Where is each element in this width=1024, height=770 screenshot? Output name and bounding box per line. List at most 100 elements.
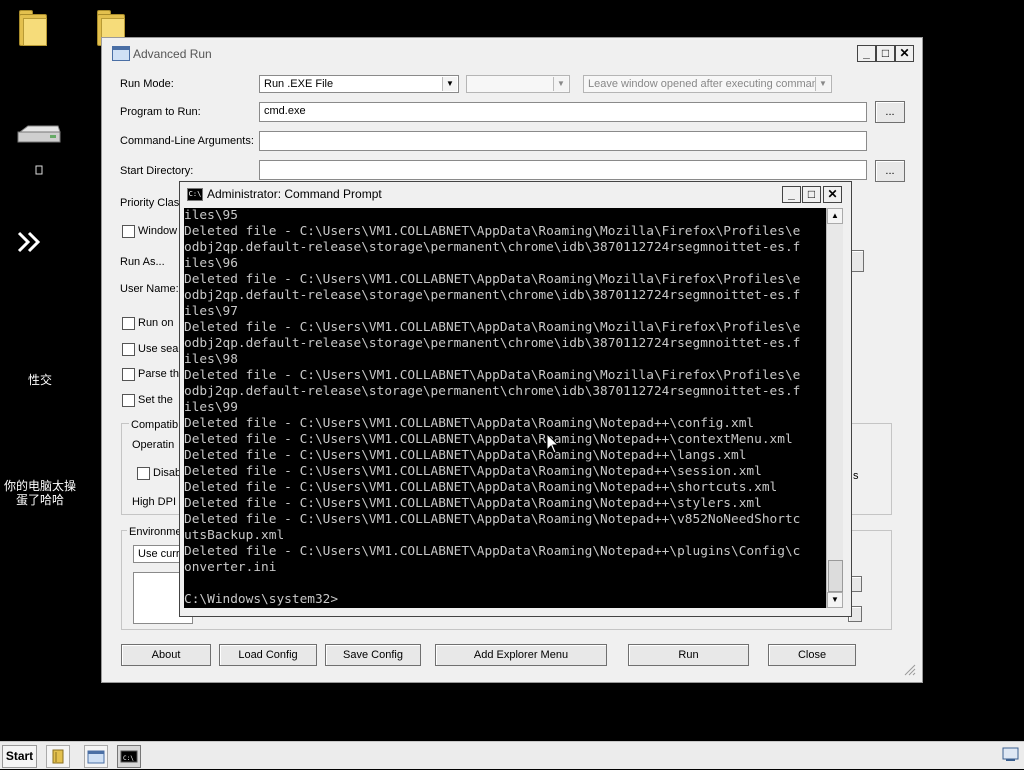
desktop-label-recycle[interactable]: 性交 — [20, 373, 60, 387]
console-line: Deleted file - C:\Users\VM1.COLLABNET\Ap… — [184, 368, 801, 383]
console-line: Deleted file - C:\Users\VM1.COLLABNET\Ap… — [184, 224, 801, 239]
console-line: iles\98 — [184, 352, 238, 367]
resize-grip-icon[interactable] — [902, 662, 916, 676]
start-dir-label: Start Directory: — [120, 165, 194, 177]
save-config-button[interactable]: Save Config — [325, 644, 421, 666]
console-line: utsBackup.xml — [184, 528, 285, 543]
console-line: Deleted file - C:\Users\VM1.COLLABNET\Ap… — [184, 512, 801, 527]
start-dir-input[interactable] — [259, 160, 867, 180]
double-chevron-icon[interactable] — [16, 230, 44, 254]
drive-icon[interactable] — [16, 124, 62, 146]
taskbar-cmd-icon[interactable]: C:\ — [117, 745, 141, 768]
program-input[interactable]: cmd.exe — [259, 102, 867, 122]
load-config-button[interactable]: Load Config — [219, 644, 317, 666]
minimize-button[interactable]: _ — [857, 45, 876, 62]
about-button[interactable]: About — [121, 644, 211, 666]
svg-text:C:\: C:\ — [123, 755, 134, 762]
run-as-label: Run As... — [120, 256, 165, 268]
environment-select-value: Use curr — [138, 548, 180, 560]
command-prompt-titlebar[interactable]: C:\ Administrator: Command Prompt _ □ ✕ — [180, 182, 851, 206]
tray-network-icon[interactable] — [1002, 747, 1020, 763]
run-button[interactable]: Run — [628, 644, 749, 666]
console-line: Deleted file - C:\Users\VM1.COLLABNET\Ap… — [184, 496, 762, 511]
console-line: Deleted file - C:\Users\VM1.COLLABNET\Ap… — [184, 320, 801, 335]
advanced-run-title: Advanced Run — [133, 47, 212, 61]
close-window-button[interactable]: ✕ — [895, 45, 914, 62]
desktop-label-network[interactable]: 你的电脑太操 蛋了哈哈 — [0, 479, 80, 507]
operating-label: Operatin — [132, 439, 175, 451]
taskbar-advanced-run-icon[interactable] — [84, 745, 108, 768]
mouse-cursor-icon — [546, 432, 560, 455]
set-the-checkbox[interactable] — [122, 394, 135, 407]
run-mode-select[interactable]: Run .EXE File ▼ — [259, 75, 459, 93]
advanced-run-app-icon — [112, 46, 130, 61]
taskbar-explorer-icon[interactable] — [46, 745, 70, 768]
scroll-thumb[interactable] — [828, 560, 843, 592]
user-name-label: User Name: — [120, 283, 179, 295]
console-line: Deleted file - C:\Users\VM1.COLLABNET\Ap… — [184, 432, 793, 447]
set-the-label: Set the — [138, 394, 173, 406]
console-line: Deleted file - C:\Users\VM1.COLLABNET\Ap… — [184, 416, 755, 431]
console-line: Deleted file - C:\Users\VM1.COLLABNET\Ap… — [184, 272, 801, 287]
console-line: Deleted file - C:\Users\VM1.COLLABNET\Ap… — [184, 448, 747, 463]
window-label: Window — [138, 225, 178, 237]
scroll-up-arrow-icon[interactable]: ▲ — [827, 208, 843, 224]
console-line: Deleted file - C:\Users\VM1.COLLABNET\Ap… — [184, 480, 778, 495]
console-line: iles\95 — [184, 208, 238, 223]
environment-label: Environme — [127, 526, 184, 538]
desktop-label-line1: 你的电脑太操 — [3, 479, 76, 493]
scroll-down-arrow-icon[interactable]: ▼ — [827, 592, 843, 608]
compatibility-label: Compatib — [129, 419, 181, 431]
priority-label: Priority Clas — [120, 197, 180, 209]
console-line: iles\96 — [184, 256, 238, 271]
use-search-checkbox[interactable] — [122, 343, 135, 356]
right-s-label: s — [853, 470, 859, 482]
cmd-close-button[interactable]: ✕ — [823, 186, 842, 203]
args-input[interactable] — [259, 131, 867, 151]
run-mode-value: Run .EXE File — [264, 78, 334, 90]
console-scrollbar[interactable]: ▲ ▼ — [826, 208, 843, 608]
advanced-run-titlebar[interactable]: Advanced Run _ □ ✕ — [102, 38, 922, 68]
cmd-maximize-button[interactable]: □ — [802, 186, 821, 203]
chevron-down-icon: ▼ — [553, 77, 568, 91]
close-button[interactable]: Close — [768, 644, 856, 666]
use-search-label: Use sea — [138, 343, 179, 355]
console-line: onverter.ini — [184, 560, 277, 575]
cmd-minimize-button[interactable]: _ — [782, 186, 801, 203]
console-line: odbj2qp.default-release\storage\permanen… — [184, 384, 801, 399]
console-line: Deleted file - C:\Users\VM1.COLLABNET\Ap… — [184, 464, 762, 479]
leave-window-select: Leave window opened after executing comm… — [583, 75, 832, 93]
command-prompt-window: C:\ Administrator: Command Prompt _ □ ✕ … — [179, 181, 852, 617]
taskbar: Start C:\ — [0, 741, 1024, 769]
parse-label: Parse th — [138, 368, 179, 380]
console-output[interactable]: iles\95 Deleted file - C:\Users\VM1.COLLA… — [184, 208, 826, 608]
right-edge-button[interactable] — [850, 250, 864, 272]
console-line: odbj2qp.default-release\storage\permanen… — [184, 288, 801, 303]
desktop-folder-icon[interactable] — [17, 8, 47, 46]
desktop-label-line2: 蛋了哈哈 — [15, 493, 64, 507]
console-line: C:\Windows\system32> — [184, 592, 339, 607]
high-dpi-label: High DPI — [132, 496, 177, 508]
run-mode-label: Run Mode: — [120, 78, 174, 90]
args-label: Command-Line Arguments: — [120, 135, 254, 147]
disable-checkbox[interactable] — [137, 467, 150, 480]
maximize-button[interactable]: □ — [876, 45, 895, 62]
console-line: odbj2qp.default-release\storage\permanen… — [184, 240, 801, 255]
window-checkbox[interactable] — [122, 225, 135, 238]
browse-dir-button[interactable]: ... — [875, 160, 905, 182]
run-on-label: Run on — [138, 317, 174, 329]
console-line: odbj2qp.default-release\storage\permanen… — [184, 336, 801, 351]
console-line: iles\97 — [184, 304, 238, 319]
chevron-down-icon: ▼ — [815, 77, 830, 91]
command-prompt-icon: C:\ — [187, 188, 203, 201]
small-drive-icon[interactable] — [34, 164, 44, 176]
start-button[interactable]: Start — [2, 745, 37, 768]
secondary-select: ▼ — [466, 75, 570, 93]
chevron-down-icon[interactable]: ▼ — [442, 77, 457, 91]
add-explorer-menu-button[interactable]: Add Explorer Menu — [435, 644, 607, 666]
command-prompt-title: Administrator: Command Prompt — [207, 187, 382, 201]
browse-program-button[interactable]: ... — [875, 101, 905, 123]
run-on-checkbox[interactable] — [122, 317, 135, 330]
parse-checkbox[interactable] — [122, 368, 135, 381]
